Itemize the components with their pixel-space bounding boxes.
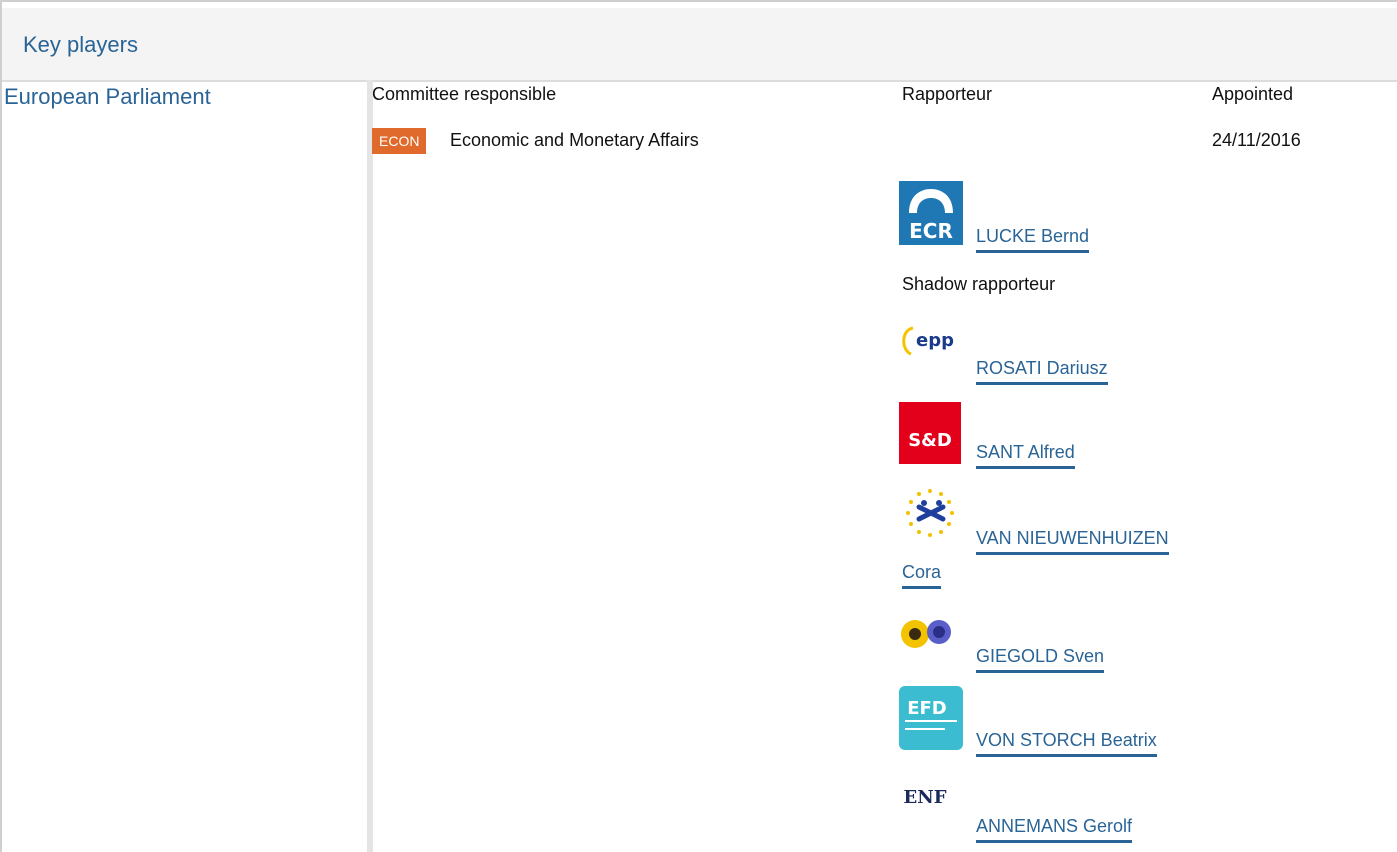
enf-group-logo-icon: ENF bbox=[899, 770, 963, 830]
shadow-rapporteur-link[interactable]: SANT Alfred bbox=[976, 442, 1075, 469]
key-players-header: Key players bbox=[2, 8, 1397, 82]
epp-group-logo-icon: epp bbox=[899, 316, 963, 380]
shadow-rapporteur-link-continued[interactable]: Cora bbox=[902, 562, 942, 589]
section-title: Key players bbox=[23, 32, 138, 57]
shadow-rapporteur-label: Shadow rapporteur bbox=[902, 274, 1056, 294]
shadow-rapporteur-link[interactable]: VAN NIEUWENHUIZEN bbox=[976, 528, 1169, 555]
svg-text:S&D: S&D bbox=[908, 430, 952, 451]
page-frame bbox=[0, 0, 1397, 852]
shadow-rapporteur-link[interactable]: ROSATI Dariusz bbox=[976, 358, 1108, 385]
shadow-rapporteur-link[interactable]: VON STORCH Beatrix bbox=[976, 730, 1157, 757]
rapporteur-link[interactable]: LUCKE Bernd bbox=[976, 226, 1090, 253]
institution-label[interactable]: European Parliament bbox=[4, 84, 211, 110]
committee-column-header: Committee responsible bbox=[372, 84, 557, 104]
committee-name: Economic and Monetary Affairs bbox=[450, 130, 699, 150]
sd-group-logo-icon: S&D bbox=[899, 402, 961, 464]
column-divider bbox=[367, 80, 373, 852]
appointed-date: 24/11/2016 bbox=[1212, 130, 1301, 150]
svg-text:epp: epp bbox=[916, 330, 954, 351]
shadow-rapporteur-link[interactable]: ANNEMANS Gerolf bbox=[976, 816, 1133, 843]
rapporteur-column-header: Rapporteur bbox=[902, 84, 993, 104]
efdd-group-logo-icon: EFD bbox=[899, 686, 963, 750]
svg-text:EFD: EFD bbox=[907, 698, 947, 719]
svg-text:ENF: ENF bbox=[904, 787, 947, 808]
ecr-group-logo-icon: ECR bbox=[899, 181, 963, 245]
svg-text:ECR: ECR bbox=[909, 219, 953, 243]
committee-code-badge[interactable]: ECON bbox=[372, 128, 427, 154]
alde-group-logo-icon bbox=[899, 485, 961, 547]
shadow-rapporteur-link[interactable]: GIEGOLD Sven bbox=[976, 646, 1105, 673]
appointed-column-header: Appointed bbox=[1212, 84, 1294, 104]
greens-efa-group-logo-icon bbox=[899, 612, 961, 662]
